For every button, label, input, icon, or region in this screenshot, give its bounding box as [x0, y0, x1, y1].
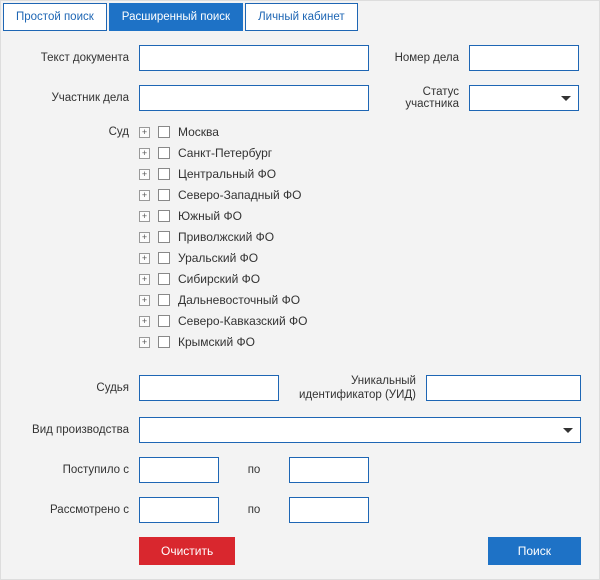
court-checkbox[interactable]	[158, 147, 170, 159]
court-name: Санкт-Петербург	[178, 146, 272, 160]
tab-advanced-search[interactable]: Расширенный поиск	[109, 3, 243, 31]
court-checkbox[interactable]	[158, 189, 170, 201]
court-tree-item: + Сибирский ФО	[139, 272, 581, 286]
court-name: Центральный ФО	[178, 167, 276, 181]
input-case-number[interactable]	[469, 45, 579, 71]
input-reviewed-to[interactable]	[289, 497, 369, 523]
input-received-to[interactable]	[289, 457, 369, 483]
select-participant-status[interactable]	[469, 85, 579, 111]
court-tree-item: + Крымский ФО	[139, 335, 581, 349]
label-judge: Судья	[19, 382, 139, 394]
input-doc-text[interactable]	[139, 45, 369, 71]
court-checkbox[interactable]	[158, 252, 170, 264]
label-received-from: Поступило с	[19, 464, 139, 476]
court-tree: + Москва + Санкт-Петербург + Центральный ФО + С…	[139, 125, 581, 356]
court-name: Приволжский ФО	[178, 230, 274, 244]
expand-icon[interactable]: +	[139, 295, 150, 306]
expand-icon[interactable]: +	[139, 337, 150, 348]
input-participant[interactable]	[139, 85, 369, 111]
expand-icon[interactable]: +	[139, 169, 150, 180]
expand-icon[interactable]: +	[139, 127, 150, 138]
expand-icon[interactable]: +	[139, 274, 150, 285]
expand-icon[interactable]: +	[139, 148, 150, 159]
advanced-search-panel: Простой поиск Расширенный поиск Личный к…	[0, 0, 600, 580]
label-doc-text: Текст документа	[19, 52, 139, 64]
court-name: Дальневосточный ФО	[178, 293, 300, 307]
label-reviewed-from: Рассмотрено с	[19, 504, 139, 516]
court-tree-item: + Южный ФО	[139, 209, 581, 223]
expand-icon[interactable]: +	[139, 316, 150, 327]
input-judge[interactable]	[139, 375, 279, 401]
tab-bar: Простой поиск Расширенный поиск Личный к…	[1, 1, 599, 31]
input-received-from[interactable]	[139, 457, 219, 483]
court-name: Южный ФО	[178, 209, 242, 223]
label-participant: Участник дела	[19, 92, 139, 104]
court-name: Крымский ФО	[178, 335, 255, 349]
label-uid: Уникальный идентификатор (УИД)	[279, 374, 426, 403]
court-name: Северо-Кавказский ФО	[178, 314, 308, 328]
input-reviewed-from[interactable]	[139, 497, 219, 523]
label-reviewed-to: по	[219, 504, 289, 516]
court-checkbox[interactable]	[158, 210, 170, 222]
court-tree-item: + Приволжский ФО	[139, 230, 581, 244]
court-checkbox[interactable]	[158, 231, 170, 243]
court-name: Северо-Западный ФО	[178, 188, 301, 202]
label-received-to: по	[219, 464, 289, 476]
court-checkbox[interactable]	[158, 315, 170, 327]
court-tree-item: + Уральский ФО	[139, 251, 581, 265]
select-proceeding-type[interactable]	[139, 417, 581, 443]
court-tree-item: + Москва	[139, 125, 581, 139]
court-tree-item: + Северо-Кавказский ФО	[139, 314, 581, 328]
expand-icon[interactable]: +	[139, 190, 150, 201]
court-name: Москва	[178, 125, 219, 139]
expand-icon[interactable]: +	[139, 253, 150, 264]
court-checkbox[interactable]	[158, 336, 170, 348]
court-tree-item: + Санкт-Петербург	[139, 146, 581, 160]
label-court: Суд	[19, 125, 139, 138]
search-button[interactable]: Поиск	[488, 537, 581, 565]
label-case-number: Номер дела	[369, 52, 469, 64]
court-checkbox[interactable]	[158, 294, 170, 306]
court-tree-item: + Центральный ФО	[139, 167, 581, 181]
tab-simple-search[interactable]: Простой поиск	[3, 3, 107, 31]
clear-button[interactable]: Очистить	[139, 537, 235, 565]
court-checkbox[interactable]	[158, 168, 170, 180]
label-proceeding-type: Вид производства	[19, 424, 139, 436]
court-tree-item: + Северо-Западный ФО	[139, 188, 581, 202]
court-checkbox[interactable]	[158, 273, 170, 285]
expand-icon[interactable]: +	[139, 232, 150, 243]
expand-icon[interactable]: +	[139, 211, 150, 222]
court-name: Уральский ФО	[178, 251, 258, 265]
court-checkbox[interactable]	[158, 126, 170, 138]
court-name: Сибирский ФО	[178, 272, 260, 286]
tab-personal-cabinet[interactable]: Личный кабинет	[245, 3, 358, 31]
court-tree-item: + Дальневосточный ФО	[139, 293, 581, 307]
input-uid[interactable]	[426, 375, 581, 401]
search-form: Текст документа Номер дела Участник дела…	[1, 31, 599, 565]
label-participant-status: Статус участника	[369, 86, 469, 110]
